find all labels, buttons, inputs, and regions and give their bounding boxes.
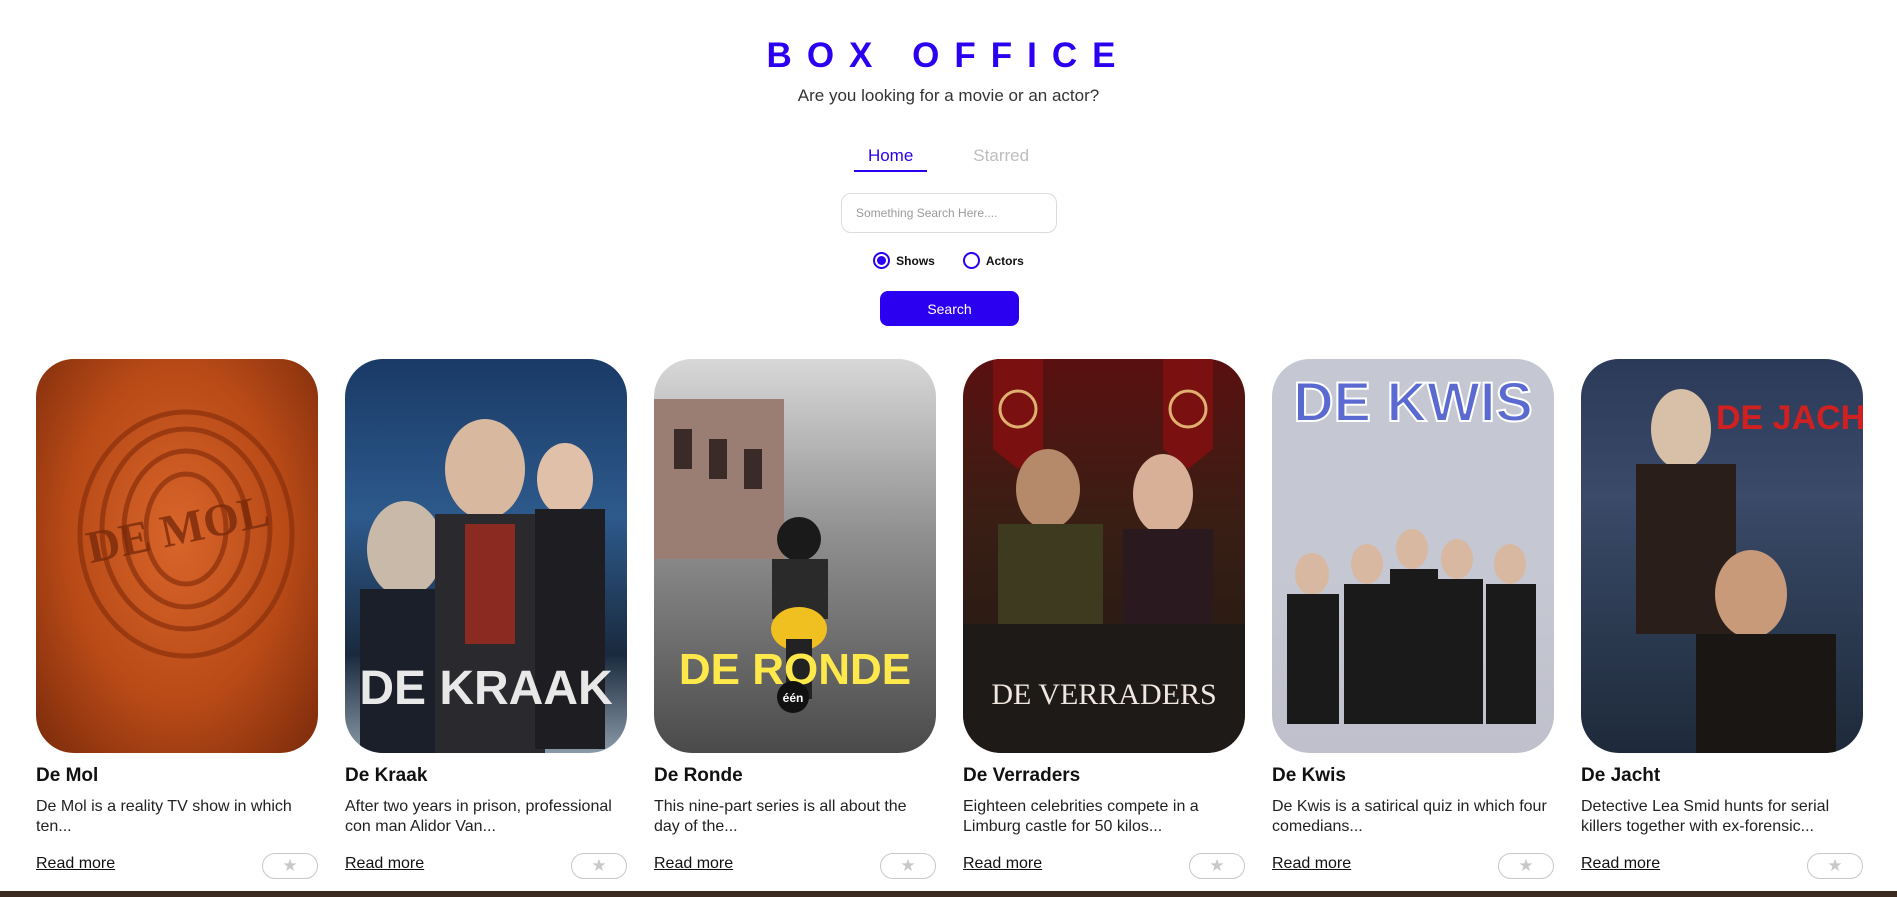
read-more-link[interactable]: Read more — [1272, 855, 1351, 873]
show-card: DE JACHT De Jacht Detective Lea Smid hun… — [1581, 359, 1863, 889]
radio-shows-circle[interactable] — [873, 252, 891, 269]
bottom-edge-bar — [0, 891, 1897, 897]
show-description: This nine-part series is all about the d… — [654, 798, 907, 835]
star-icon: ★ — [591, 856, 607, 875]
radio-selected-dot — [877, 256, 887, 265]
show-description: Eighteen celebrities compete in a Limbur… — [963, 798, 1199, 835]
page-title: BOX OFFICE — [766, 36, 1131, 75]
read-more-link[interactable]: Read more — [963, 855, 1042, 873]
star-icon: ★ — [900, 856, 916, 875]
show-card: DE RONDE één De Ronde This nine-part ser… — [654, 359, 936, 889]
star-button[interactable]: ★ — [1189, 853, 1245, 879]
show-description: De Mol is a reality TV show in which ten… — [36, 798, 292, 835]
poster-art: DE JACHT — [1636, 389, 1863, 753]
star-button[interactable]: ★ — [1807, 853, 1863, 879]
show-description: De Kwis is a satirical quiz in which fou… — [1272, 798, 1547, 835]
show-card: DE KWIS De Kwis De Kwis is a satirical q… — [1272, 359, 1554, 889]
show-title: De Jacht — [1581, 765, 1661, 786]
search-button[interactable]: Search — [880, 291, 1019, 326]
show-poster: DE VERRADERS — [963, 359, 1245, 753]
show-poster: DE JACHT — [1581, 359, 1863, 753]
star-button[interactable]: ★ — [571, 853, 627, 879]
poster-art: DE KWIS — [1287, 369, 1536, 724]
star-icon: ★ — [1827, 856, 1843, 875]
show-title: De Verraders — [963, 765, 1081, 786]
show-card: DE MOL De Mol De Mol is a reality TV sho… — [36, 359, 318, 889]
poster-art: DE VERRADERS — [963, 359, 1245, 753]
show-description: Detective Lea Smid hunts for serial kill… — [1581, 798, 1830, 835]
search-input[interactable] — [841, 193, 1057, 233]
poster-title: DE KRAAK — [359, 662, 613, 715]
tab-starred[interactable]: Starred — [959, 146, 1043, 172]
read-more-link[interactable]: Read more — [654, 855, 733, 873]
show-description: After two years in prison, professional … — [345, 798, 612, 835]
svg-text:één: één — [783, 691, 804, 705]
radio-actors[interactable]: Actors — [962, 252, 1024, 269]
nav-tabs: Home Starred — [0, 146, 1897, 172]
poster-art: DE RONDE één — [654, 399, 911, 713]
poster-art: DE KRAAK — [359, 419, 613, 753]
show-title: De Mol — [36, 765, 99, 786]
poster-title: DE VERRADERS — [991, 678, 1216, 711]
radio-actors-circle[interactable] — [962, 252, 980, 269]
page-subtitle: Are you looking for a movie or an actor? — [797, 86, 1100, 105]
search-type-options: Shows Actors — [0, 252, 1897, 269]
star-button[interactable]: ★ — [880, 853, 936, 879]
poster-title: DE KWIS — [1293, 370, 1533, 433]
show-poster: DE KWIS — [1272, 359, 1554, 753]
show-poster: DE RONDE één — [654, 359, 936, 753]
show-card: DE KRAAK De Kraak After two years in pri… — [345, 359, 627, 889]
tab-home[interactable]: Home — [853, 146, 928, 172]
read-more-link[interactable]: Read more — [1581, 855, 1660, 873]
show-poster: DE KRAAK — [345, 359, 627, 753]
radio-shows[interactable]: Shows — [873, 252, 935, 269]
star-icon: ★ — [1209, 856, 1225, 875]
show-title: De Ronde — [654, 765, 743, 786]
show-card: DE VERRADERS De Verraders Eighteen celeb… — [963, 359, 1245, 889]
show-title: De Kraak — [345, 765, 428, 786]
poster-title: DE JACHT — [1716, 399, 1863, 437]
star-button[interactable]: ★ — [262, 853, 318, 879]
read-more-link[interactable]: Read more — [345, 855, 424, 873]
poster-art: DE MOL — [77, 409, 295, 659]
show-poster: DE MOL — [36, 359, 318, 753]
show-card-list: DE MOL De Mol De Mol is a reality TV sho… — [36, 359, 1866, 889]
star-button[interactable]: ★ — [1498, 853, 1554, 879]
star-icon: ★ — [1518, 856, 1534, 875]
read-more-link[interactable]: Read more — [36, 855, 115, 873]
show-title: De Kwis — [1272, 765, 1346, 786]
star-icon: ★ — [282, 856, 298, 875]
radio-actors-label: Actors — [985, 253, 1024, 268]
radio-shows-label: Shows — [896, 253, 935, 268]
